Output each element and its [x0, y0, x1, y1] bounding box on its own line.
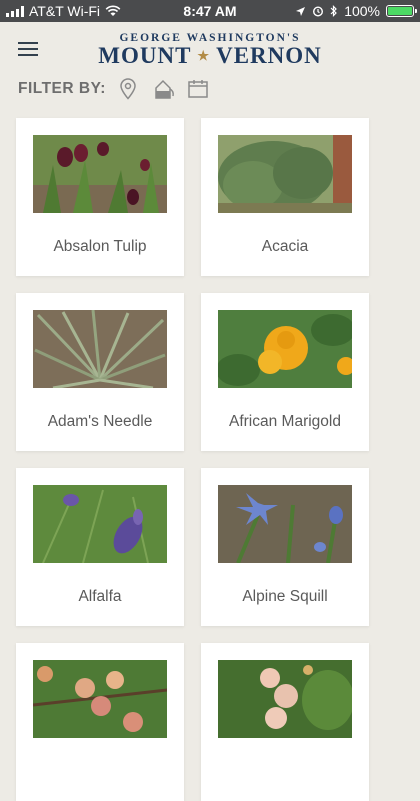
- plant-card[interactable]: Alfalfa: [16, 468, 184, 626]
- status-bar: AT&T Wi-Fi 8:47 AM 100%: [0, 0, 420, 22]
- plant-name: Alfalfa: [78, 588, 122, 605]
- plant-name: Absalon Tulip: [53, 238, 147, 255]
- bluetooth-icon: [330, 5, 338, 17]
- tulip-photo: [33, 135, 167, 213]
- fruit-photo: [218, 660, 352, 738]
- alfalfa-photo: [33, 485, 167, 563]
- plant-card[interactable]: Adam's Needle: [16, 293, 184, 451]
- plant-card[interactable]: [201, 643, 369, 801]
- plant-name: Acacia: [261, 238, 309, 255]
- calendar-icon[interactable]: [188, 78, 208, 100]
- marigold-photo: [218, 310, 352, 388]
- plant-card[interactable]: Absalon Tulip: [16, 118, 184, 276]
- shrub-photo: [218, 135, 352, 213]
- logo-vernon: VERNON: [216, 43, 322, 68]
- hamburger-menu-icon[interactable]: [18, 42, 38, 56]
- plant-card[interactable]: Acacia: [201, 118, 369, 276]
- plant-card[interactable]: [16, 643, 184, 801]
- battery-percent: 100%: [344, 3, 380, 19]
- plant-card[interactable]: African Marigold: [201, 293, 369, 451]
- squill-photo: [218, 485, 352, 563]
- plant-name: Adam's Needle: [47, 413, 153, 430]
- watering-can-icon[interactable]: [152, 78, 176, 100]
- plant-name: African Marigold: [229, 413, 341, 430]
- fruit-tree-photo: [33, 660, 167, 738]
- location-arrow-icon: [296, 6, 306, 16]
- logo-main-text: MOUNT ★ VERNON: [98, 43, 322, 69]
- plant-name: Alpine Squill: [242, 588, 328, 605]
- alarm-icon: [313, 6, 324, 17]
- star-icon: ★: [197, 48, 211, 63]
- location-pin-icon[interactable]: [118, 78, 138, 100]
- plant-card[interactable]: Alpine Squill: [201, 468, 369, 626]
- battery-icon: [386, 5, 417, 17]
- app-header: GEORGE WASHINGTON'S MOUNT ★ VERNON: [0, 22, 420, 74]
- mount-vernon-logo[interactable]: GEORGE WASHINGTON'S MOUNT ★ VERNON: [98, 32, 322, 69]
- status-right: 100%: [295, 3, 417, 19]
- filter-bar: FILTER BY:: [18, 78, 208, 100]
- yucca-photo: [33, 310, 167, 388]
- filter-label: FILTER BY:: [18, 80, 106, 97]
- logo-mount: MOUNT: [98, 43, 192, 68]
